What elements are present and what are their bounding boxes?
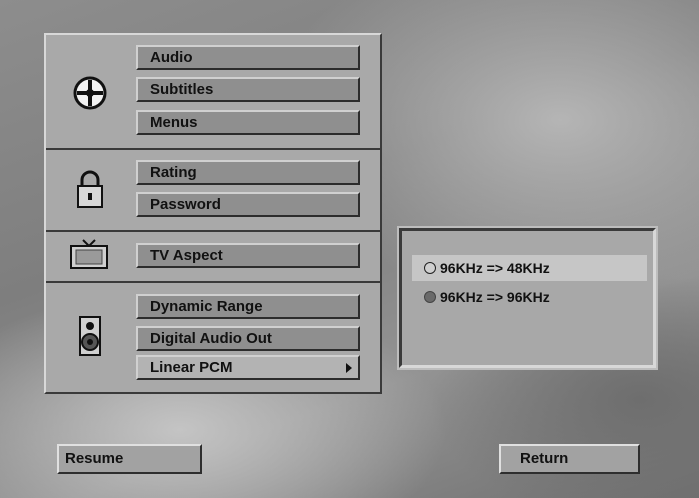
menu-section-parental: Rating Password: [46, 148, 380, 230]
option-label: 96KHz => 96KHz: [440, 289, 550, 305]
radio-button-icon: [424, 262, 436, 274]
menu-section-display: TV Aspect: [46, 230, 380, 281]
settings-menu-panel: Audio Subtitles Menus Rating Password TV…: [44, 33, 382, 394]
option-96khz-to-96khz[interactable]: 96KHz => 96KHz: [412, 284, 647, 310]
menu-item-label: Menus: [150, 114, 198, 131]
option-96khz-to-48khz[interactable]: 96KHz => 48KHz: [412, 255, 647, 281]
menu-item-label: Dynamic Range: [150, 298, 263, 315]
menu-item-label: Audio: [150, 49, 193, 66]
menu-section-audio-output: Dynamic Range Digital Audio Out Linear P…: [46, 281, 380, 392]
menu-item-label: Password: [150, 196, 221, 213]
menu-item-dynamic-range[interactable]: Dynamic Range: [136, 294, 360, 319]
tv-icon: [66, 236, 112, 272]
speaker-icon: [74, 313, 106, 359]
menu-item-label: TV Aspect: [150, 247, 223, 264]
resume-label: Resume: [65, 450, 124, 467]
menu-item-rating[interactable]: Rating: [136, 160, 360, 185]
menu-item-label: Rating: [150, 164, 197, 181]
return-button[interactable]: Return: [499, 444, 640, 474]
menu-item-label: Digital Audio Out: [150, 330, 272, 347]
menu-item-label: Subtitles: [150, 81, 214, 98]
option-label: 96KHz => 48KHz: [440, 260, 550, 276]
linear-pcm-options-panel: 96KHz => 48KHz 96KHz => 96KHz: [399, 228, 656, 368]
menu-item-subtitles[interactable]: Subtitles: [136, 77, 360, 102]
menu-item-audio[interactable]: Audio: [136, 45, 360, 70]
resume-button[interactable]: Resume: [57, 444, 202, 474]
menu-item-linear-pcm[interactable]: Linear PCM: [136, 355, 360, 380]
disc-icon: [70, 73, 110, 113]
menu-item-label: Linear PCM: [150, 359, 233, 376]
menu-item-password[interactable]: Password: [136, 192, 360, 217]
radio-button-selected-icon: [424, 291, 436, 303]
lock-icon: [72, 166, 108, 212]
menu-item-menus[interactable]: Menus: [136, 110, 360, 135]
menu-section-language: Audio Subtitles Menus: [46, 35, 380, 148]
return-label: Return: [520, 450, 569, 467]
submenu-arrow-icon: [346, 363, 352, 373]
menu-item-digital-audio-out[interactable]: Digital Audio Out: [136, 326, 360, 351]
menu-item-tv-aspect[interactable]: TV Aspect: [136, 243, 360, 268]
